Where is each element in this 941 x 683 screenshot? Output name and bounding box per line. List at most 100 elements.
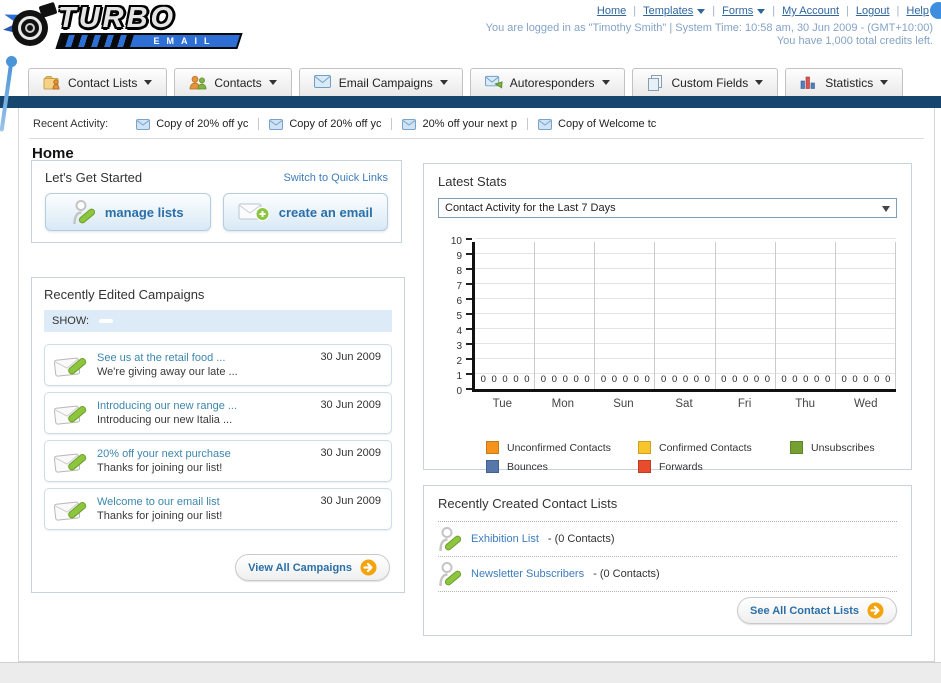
logo-stripes	[58, 35, 134, 47]
campaign-filter[interactable]	[127, 319, 141, 323]
tab-custom-fields[interactable]: Custom Fields	[631, 68, 779, 96]
tab-label: Autoresponders	[509, 75, 595, 90]
data-value-label: 0	[781, 374, 787, 385]
statistics-icon	[800, 75, 818, 90]
manage-lists-button[interactable]: manage lists	[45, 193, 211, 231]
data-value-label: 0	[491, 374, 497, 385]
envelope-pencil-icon	[53, 351, 88, 379]
data-value-label: 0	[885, 374, 891, 385]
x-axis-tick-label: Fri	[737, 398, 752, 410]
recent-activity-link[interactable]: Copy of Welcome tc	[558, 118, 656, 130]
recent-activity-link[interactable]: 20% off your next p	[422, 118, 517, 130]
contact-lists-panel: Recently Created Contact Lists Exhibitio…	[423, 485, 912, 636]
content-area: Recent Activity: Copy of 20% off yc Copy…	[18, 108, 935, 662]
recent-activity-row: Recent Activity: Copy of 20% off yc Copy…	[33, 113, 922, 135]
get-started-title: Let's Get Started	[45, 170, 143, 185]
see-all-contact-lists-button[interactable]: See All Contact Lists	[736, 597, 897, 624]
x-axis-tick-label: Sun	[613, 398, 634, 410]
data-value-label: 0	[513, 374, 519, 385]
logo-title: TURBO	[58, 2, 177, 34]
top-nav-links: Home Templates Forms My Account Logout H…	[597, 5, 929, 17]
legend-label: Bounces	[507, 460, 548, 473]
turbo-icon	[2, 1, 58, 50]
tab-statistics[interactable]: Statistics	[785, 68, 904, 96]
create-email-label: create an email	[278, 204, 373, 220]
data-value-label: 0	[792, 374, 798, 385]
y-axis-tick-label: 3	[456, 341, 462, 352]
data-value-label: 0	[600, 374, 607, 385]
campaign-title-link[interactable]: Introducing our new range ...	[97, 399, 237, 413]
top-nav-item: My Account	[765, 5, 839, 17]
recent-activity-link[interactable]: Copy of 20% off yc	[289, 118, 381, 130]
data-value-label: 0	[693, 374, 700, 385]
top-nav-item: Help	[890, 5, 929, 17]
chevron-down-icon	[882, 206, 890, 212]
chevron-down-icon	[757, 8, 766, 14]
campaign-title-link[interactable]: See us at the retail food ...	[97, 351, 238, 365]
data-value-label: 0	[803, 374, 809, 385]
view-all-campaigns-button[interactable]: View All Campaigns	[235, 554, 390, 581]
help-bubble-icon[interactable]	[930, 2, 941, 19]
campaign-row[interactable]: See us at the retail food ... We're givi…	[44, 344, 392, 386]
legend-item: Unsubscribes	[790, 438, 941, 457]
campaign-row[interactable]: 20% off your next purchase Thanks for jo…	[44, 440, 392, 482]
login-status-text: You are logged in as "Timothy Smith" | S…	[485, 22, 933, 34]
x-axis-tick-label: Mon	[551, 398, 575, 410]
top-nav-link[interactable]: Forms	[722, 5, 753, 17]
tab-contact-lists[interactable]: Contact Lists	[28, 68, 168, 96]
top-nav-link[interactable]: My Account	[782, 5, 839, 17]
latest-stats-title: Latest Stats	[438, 174, 507, 189]
recent-activity-item: 20% off your next p	[391, 118, 527, 130]
data-value-label: 0	[661, 374, 667, 385]
recent-activity-link[interactable]: Copy of 20% off yc	[156, 118, 248, 130]
campaign-row[interactable]: Introducing our new range ... Introducin…	[44, 392, 392, 434]
tab-contacts[interactable]: Contacts	[174, 68, 292, 96]
legend-label: Confirmed Contacts	[659, 441, 752, 454]
campaign-row[interactable]: Welcome to our email list Thanks for joi…	[44, 488, 392, 530]
contact-list-link[interactable]: Newsletter Subscribers	[471, 568, 584, 580]
create-email-button[interactable]: create an email	[222, 193, 388, 231]
chevron-down-icon	[697, 8, 706, 14]
campaign-filter[interactable]	[183, 319, 197, 323]
contact-list-row[interactable]: Newsletter Subscribers - (0 Contacts)	[438, 557, 897, 592]
stats-period-dropdown[interactable]: Contact Activity for the Last 7 Days	[438, 198, 897, 218]
y-axis-tick-label: 6	[456, 296, 462, 307]
tab-email-campaigns[interactable]: Email Campaigns	[298, 68, 463, 96]
y-axis-tick-label: 5	[456, 311, 462, 322]
turbo-email-logo[interactable]: TURBO EMAIL	[2, 1, 243, 50]
contact-lists-icon	[43, 75, 61, 90]
campaign-title-link[interactable]: 20% off your next purchase	[97, 447, 231, 461]
credits-text: You have 1,000 total credits left.	[776, 35, 933, 47]
tab-label: Custom Fields	[671, 75, 749, 90]
top-nav-link[interactable]: Help	[906, 5, 929, 17]
data-value-label: 0	[633, 374, 639, 385]
page: TURBO EMAIL Home Templates Forms My Acco…	[0, 0, 941, 683]
top-nav-link[interactable]: Home	[597, 5, 626, 17]
campaign-subtitle: Thanks for joining our list!	[97, 462, 223, 474]
data-value-label: 0	[863, 374, 869, 385]
campaign-title-link[interactable]: Welcome to our email list	[97, 495, 222, 509]
contact-list-link[interactable]: Exhibition List	[471, 533, 539, 545]
campaign-subtitle: Thanks for joining our list!	[97, 510, 223, 522]
campaign-filter[interactable]	[155, 319, 169, 323]
manage-lists-label: manage lists	[104, 204, 184, 220]
legend-label: Forwards	[659, 460, 703, 473]
switch-quick-links-link[interactable]: Switch to Quick Links	[283, 172, 388, 184]
campaign-filter[interactable]	[99, 319, 114, 323]
data-value-label: 0	[824, 374, 831, 385]
data-value-label: 0	[764, 374, 771, 385]
campaign-date: 30 Jun 2009	[320, 351, 381, 363]
top-nav-link[interactable]: Logout	[856, 5, 890, 17]
contact-list-row[interactable]: Exhibition List - (0 Contacts)	[438, 522, 897, 557]
chart-y-axis: 0 1 2 3 4 5 6 7 8 9 10	[446, 236, 462, 397]
y-axis-tick-label: 2	[456, 356, 462, 367]
campaign-date: 30 Jun 2009	[320, 399, 381, 411]
contact-activity-chart: 0 1 2 3 4 5 6 7 8 9 10 000000000000000000000000000…	[446, 236, 897, 428]
top-nav-link[interactable]: Templates	[643, 5, 693, 17]
recent-activity-label: Recent Activity:	[33, 118, 109, 130]
data-value-label: 0	[622, 374, 628, 385]
tab-autoresponders[interactable]: Autoresponders	[469, 68, 625, 96]
chart-plot-area: 00000000000000000000000000000000000	[466, 238, 896, 392]
tab-label: Contacts	[214, 75, 262, 90]
campaign-subtitle: We're giving away our late ...	[97, 366, 238, 378]
